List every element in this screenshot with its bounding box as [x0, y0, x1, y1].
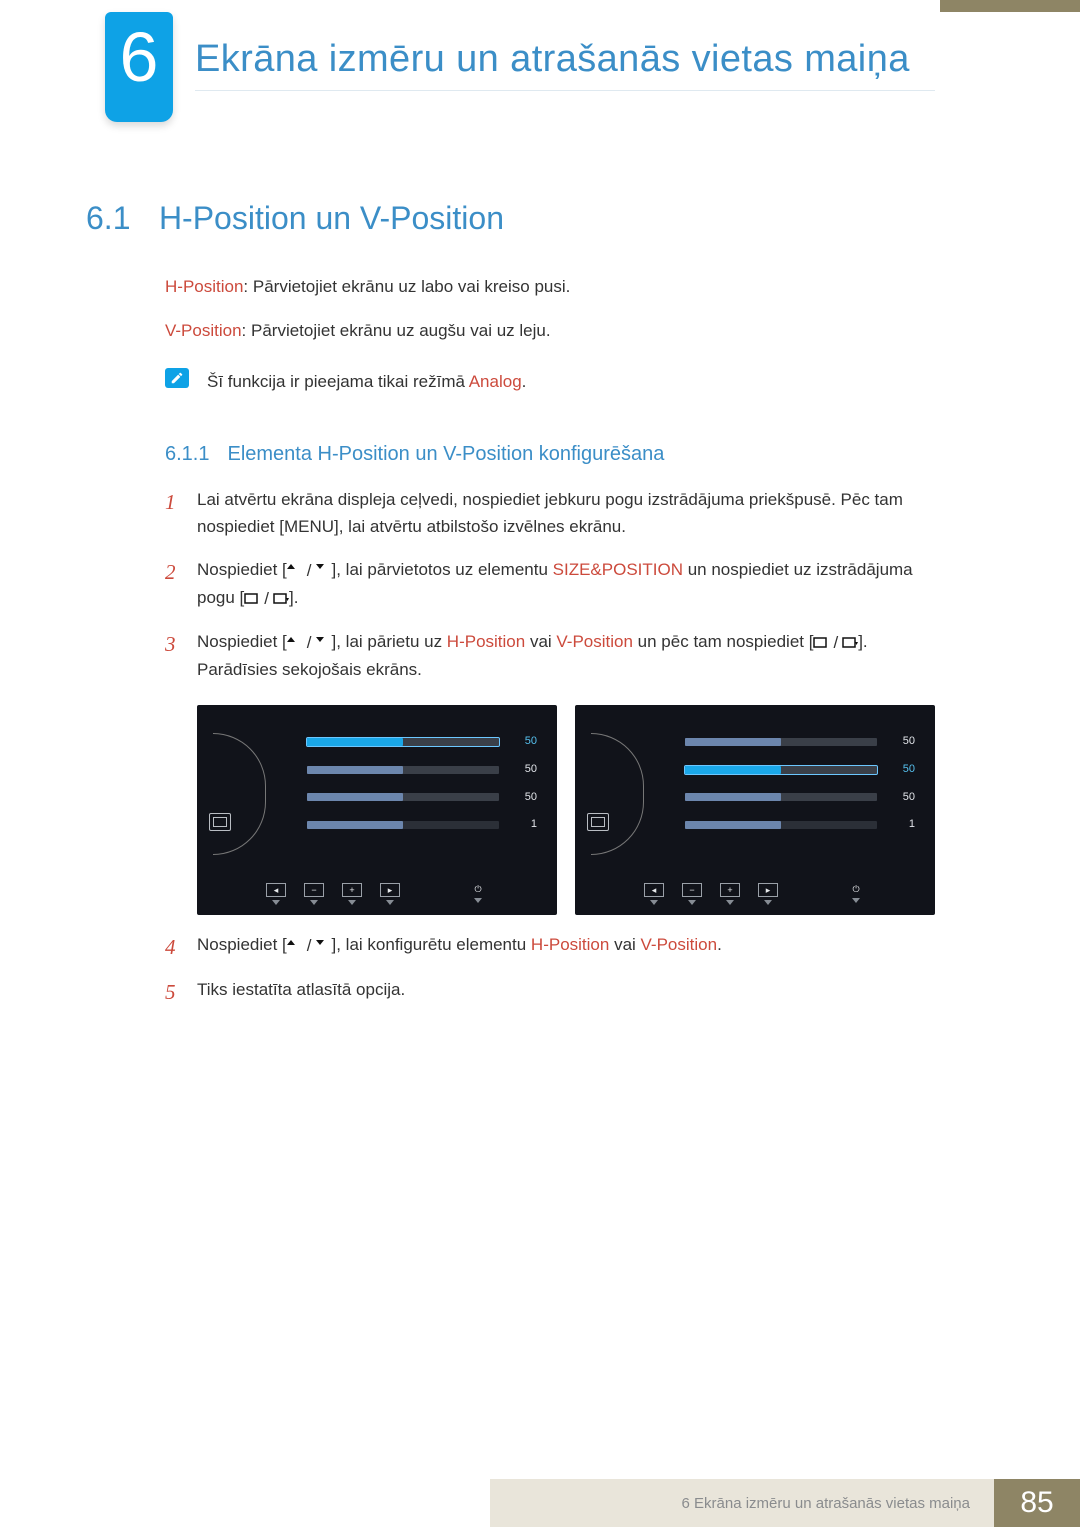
note-text: Šī funkcija ir pieejama tikai režīmā Ana… — [207, 368, 526, 395]
step-1: Lai atvērtu ekrāna displeja ceļvedi, nos… — [165, 486, 935, 540]
section-title: H-Position un V-Position — [159, 200, 504, 236]
v-position-desc: V-Position: Pārvietojiet ekrānu uz augšu… — [165, 317, 935, 344]
top-band-decoration — [940, 0, 1080, 12]
osd-screenshots: 50 50 50 1 ◂ − + ▸ ⏻ — [197, 705, 935, 915]
step-4: Nospiediet [/], lai konfigurētu elementu… — [165, 931, 935, 959]
h-position-label: H-Position — [165, 277, 243, 296]
up-down-icon: / — [287, 557, 332, 584]
size-position-icon — [209, 813, 231, 831]
chapter-number: 6 — [105, 12, 173, 92]
h-position-desc: H-Position: Pārvietojiet ekrānu uz labo … — [165, 273, 935, 300]
page-footer: 6 Ekrāna izmēru un atrašanās vietas maiņ… — [0, 1479, 1080, 1527]
title-underline — [195, 90, 935, 91]
subsection-number: 6.1.1 — [165, 438, 209, 470]
step-3: Nospiediet [/], lai pārietu uz H-Positio… — [165, 628, 935, 915]
subsection-title: Elementa H-Position un V-Position konfig… — [227, 438, 664, 470]
osd-h-position: 50 50 50 1 ◂ − + ▸ ⏻ — [197, 705, 557, 915]
osd-bottom-nav: ◂ − + ▸ ⏻ — [197, 883, 557, 905]
note-icon — [165, 368, 189, 388]
step-2: Nospiediet [/], lai pārvietotos uz eleme… — [165, 556, 935, 612]
v-position-label: V-Position — [165, 321, 242, 340]
chapter-tab: 6 — [105, 12, 173, 122]
note: Šī funkcija ir pieejama tikai režīmā Ana… — [165, 368, 935, 395]
enter-icon: / — [244, 585, 289, 612]
osd-content: 50 50 50 1 — [307, 733, 537, 843]
up-down-icon: / — [287, 629, 332, 656]
section-heading: 6.1 H-Position un V-Position — [86, 200, 504, 237]
body-content: H-Position: Pārvietojiet ekrānu uz labo … — [165, 256, 935, 1019]
steps-list: Lai atvērtu ekrāna displeja ceļvedi, nos… — [165, 486, 935, 1003]
osd-bottom-nav: ◂ − + ▸ ⏻ — [575, 883, 935, 905]
subsection-heading: 6.1.1 Elementa H-Position un V-Position … — [165, 438, 935, 470]
size-position-icon — [587, 813, 609, 831]
step-5: Tiks iestatīta atlasītā opcija. — [165, 976, 935, 1003]
up-down-icon: / — [287, 932, 332, 959]
osd-v-position: 50 50 50 1 ◂ − + ▸ ⏻ — [575, 705, 935, 915]
page-title: Ekrāna izmēru un atrašanās vietas maiņa — [195, 38, 910, 81]
footer-page-number: 85 — [994, 1479, 1080, 1527]
osd-arc-decoration — [591, 733, 644, 855]
enter-icon: / — [813, 629, 858, 656]
footer-chapter-label: 6 Ekrāna izmēru un atrašanās vietas maiņ… — [490, 1479, 994, 1527]
osd-arc-decoration — [213, 733, 266, 855]
section-number: 6.1 — [86, 200, 130, 236]
document-page: 6 Ekrāna izmēru un atrašanās vietas maiņ… — [0, 0, 1080, 1527]
osd-content: 50 50 50 1 — [685, 733, 915, 843]
